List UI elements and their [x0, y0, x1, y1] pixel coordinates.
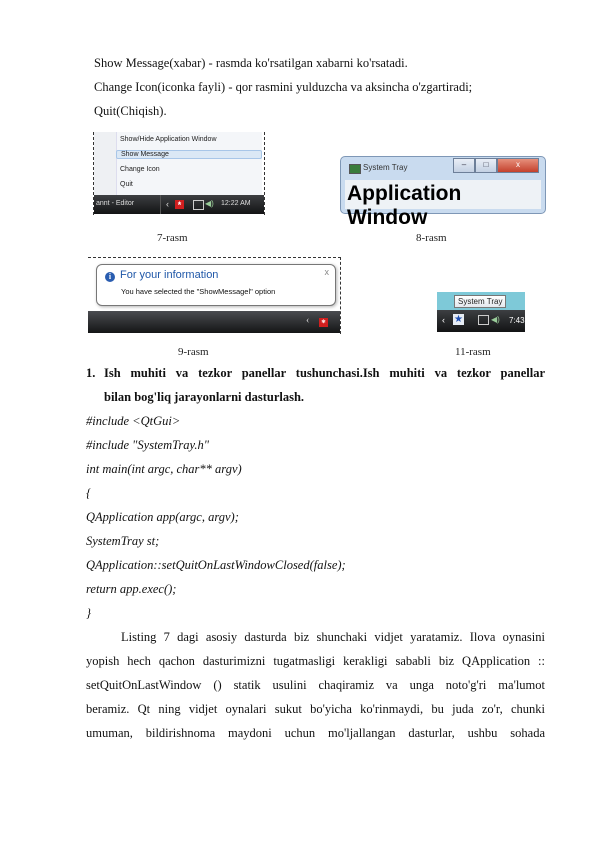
- section-heading-line-2: bilan bog'liq jarayonlarni dasturlash.: [104, 390, 305, 404]
- menu-item-quit[interactable]: Quit: [120, 181, 133, 188]
- paragraph-line: Listing 7 dagi asosiy dasturda biz shunc…: [121, 630, 545, 644]
- network-icon[interactable]: [193, 200, 204, 210]
- caption-figure-11: 11-rasm: [455, 346, 491, 358]
- clock[interactable]: 12:22 AM: [221, 200, 251, 207]
- snowflake-tray-icon[interactable]: *: [175, 200, 184, 210]
- code-line: #include "SystemTray.h": [86, 438, 209, 452]
- intro-line-quit: Quit(Chiqish).: [94, 104, 167, 118]
- figure-11-tray-tooltip: System Tray ‹ ★ ◀) 7:43: [437, 292, 525, 332]
- code-line: #include <QtGui>: [86, 414, 181, 428]
- maximize-button[interactable]: □: [475, 158, 497, 173]
- taskbar: annt - Editor ‹ * ◀) 12:22 AM: [94, 195, 264, 214]
- paragraph-line: beramiz. Qt ning vidjet oynalari sukut b…: [86, 702, 545, 716]
- taskbar-divider: [160, 195, 161, 214]
- balloon-message: You have selected the "ShowMessagel" opt…: [121, 287, 276, 296]
- balloon-title: For your information: [120, 269, 219, 281]
- chevron-left-icon[interactable]: ‹: [442, 315, 445, 325]
- window-content: Application Window: [345, 180, 541, 229]
- paragraph-line: umuman, bildirishnoma maydoni uchun mo'l…: [86, 726, 545, 740]
- minimize-button[interactable]: –: [453, 158, 475, 173]
- code-line: {: [86, 486, 91, 500]
- window-titlebar[interactable]: System Tray – □ x: [341, 157, 545, 179]
- caption-figure-7: 7-rasm: [157, 232, 188, 244]
- menu-item-change-icon[interactable]: Change Icon: [120, 166, 160, 173]
- volume-icon[interactable]: ◀): [491, 315, 500, 324]
- code-line: QApplication app(argc, argv);: [86, 510, 239, 524]
- application-window-label: Application Window: [347, 182, 462, 229]
- paragraph-line: setQuitOnLastWindow () statik usulini ch…: [86, 678, 545, 692]
- figure-9-balloon-message: i For your information You have selected…: [88, 257, 341, 334]
- taskbar: ‹ ★ ◀) 7:43: [437, 310, 525, 332]
- section-number: 1.: [86, 366, 96, 380]
- app-icon: [349, 164, 361, 174]
- menu-icon-column: [94, 132, 117, 195]
- figure-7-context-menu: Show/Hide Application Window Show Messag…: [93, 132, 265, 215]
- caption-figure-8: 8-rasm: [416, 232, 447, 244]
- code-line: SystemTray st;: [86, 534, 160, 548]
- code-line: QApplication::setQuitOnLastWindowClosed(…: [86, 558, 346, 572]
- intro-line-change-icon: Change Icon(iconka fayli) - qor rasmini …: [94, 80, 473, 94]
- intro-line-show-message: Show Message(xabar) - rasmda ko'rsatilga…: [94, 56, 408, 70]
- menu-item-show-hide-window[interactable]: Show/Hide Application Window: [120, 136, 217, 143]
- paragraph-line: yopish hech qachon dasturimizni tugatmas…: [86, 654, 545, 668]
- chevron-left-icon[interactable]: ‹: [166, 199, 169, 209]
- taskbar: ‹ *: [88, 311, 340, 333]
- caption-figure-9: 9-rasm: [178, 346, 209, 358]
- close-button[interactable]: x: [497, 158, 539, 173]
- volume-icon[interactable]: ◀): [205, 199, 214, 208]
- taskbar-app-label[interactable]: annt - Editor: [96, 200, 134, 207]
- code-line: }: [86, 606, 91, 620]
- info-icon: i: [105, 272, 115, 282]
- figure-8-application-window: System Tray – □ x Application Window: [340, 156, 546, 229]
- section-heading-line-1: Ish muhiti va tezkor panellar tushunchas…: [104, 366, 545, 380]
- network-icon[interactable]: [478, 315, 489, 325]
- clock[interactable]: 7:43: [509, 316, 525, 325]
- menu-item-show-message[interactable]: Show Message: [116, 150, 262, 159]
- tray-tooltip: System Tray: [454, 295, 507, 308]
- balloon-notification[interactable]: i For your information You have selected…: [96, 264, 336, 306]
- snowflake-tray-icon[interactable]: *: [319, 318, 328, 328]
- code-line: return app.exec();: [86, 582, 177, 596]
- code-line: int main(int argc, char** argv): [86, 462, 242, 476]
- window-title: System Tray: [363, 163, 408, 172]
- star-tray-icon[interactable]: ★: [453, 314, 464, 325]
- chevron-left-icon[interactable]: ‹: [306, 315, 309, 326]
- balloon-close-icon[interactable]: x: [325, 267, 330, 277]
- tray-context-menu: Show/Hide Application Window Show Messag…: [94, 132, 262, 195]
